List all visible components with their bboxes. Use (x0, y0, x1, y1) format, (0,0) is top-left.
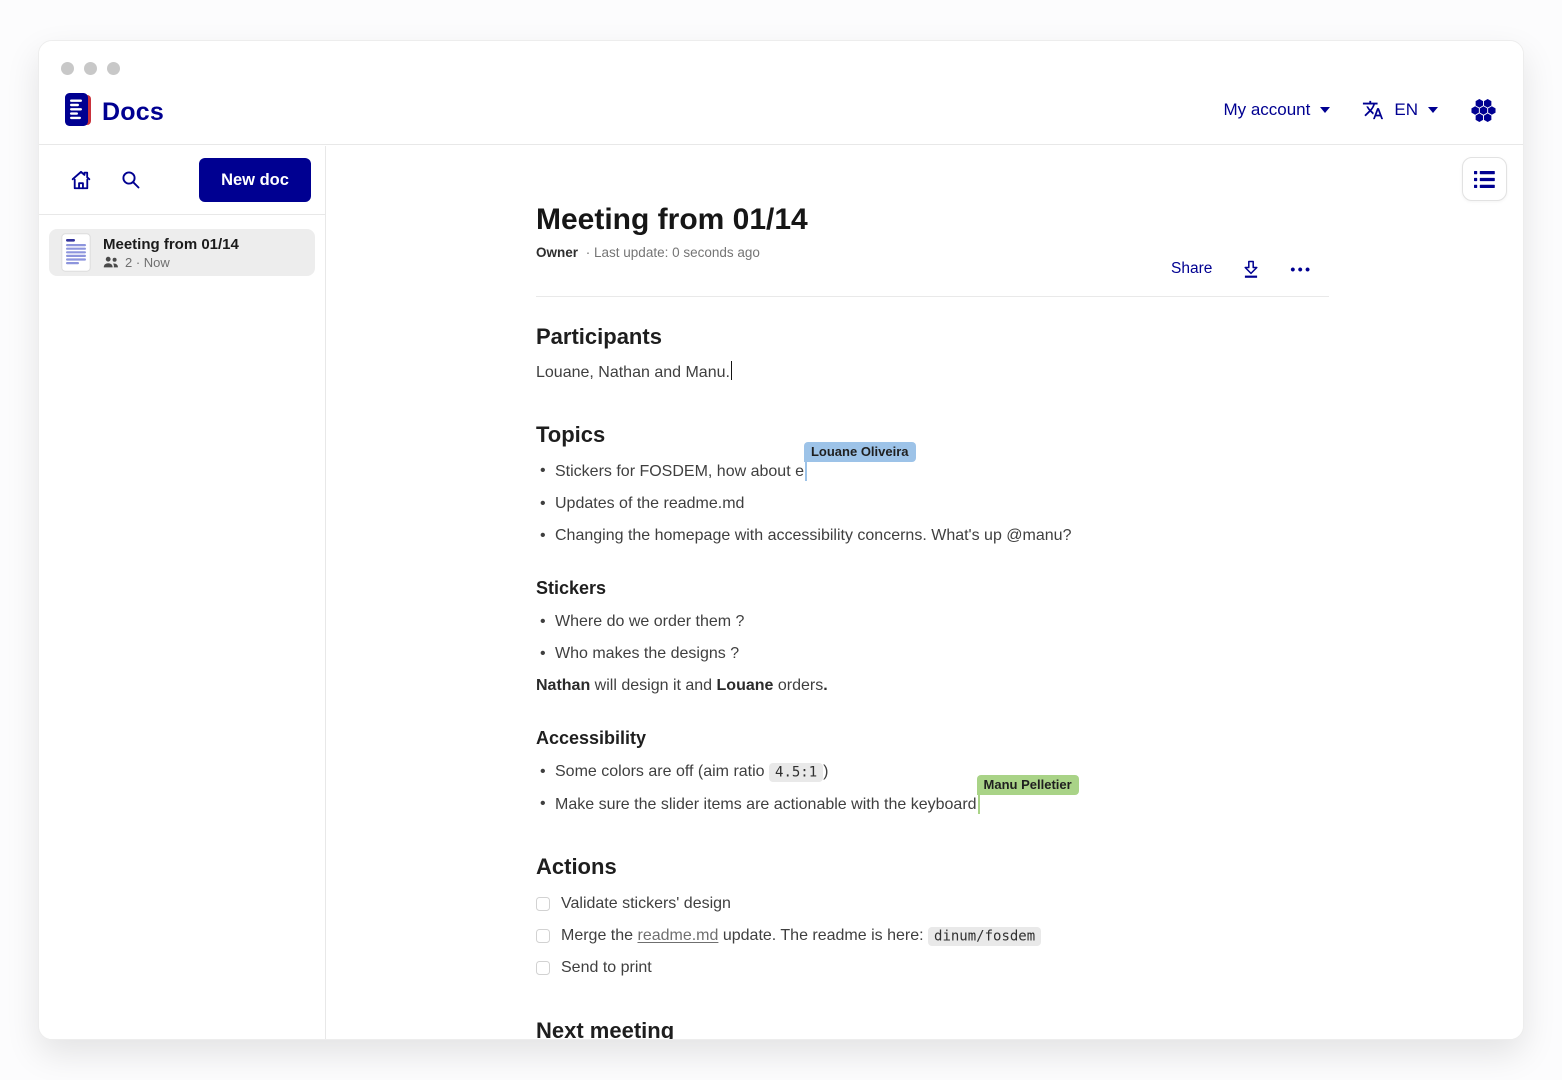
plain-text: Merge the (561, 927, 637, 944)
task-row: Merge the readme.md update. The readme i… (536, 923, 1329, 949)
chevron-down-icon (1428, 107, 1438, 113)
task-row: Send to print (536, 955, 1329, 981)
plain-text: will design it and (590, 677, 716, 694)
download-button[interactable] (1240, 258, 1262, 280)
stickers-item-2: Who makes the designs ? (555, 645, 739, 662)
language-label: EN (1394, 100, 1418, 120)
inline-code: 4.5:1 (769, 763, 823, 782)
doc-item-title: Meeting from 01/14 (103, 236, 239, 253)
list-item: Make sure the slider items are actionabl… (536, 792, 1329, 817)
more-options-button[interactable]: ••• (1290, 261, 1312, 277)
last-update-text: · Last update: 0 seconds ago (586, 245, 760, 260)
topics-item-3: Changing the homepage with accessibility… (555, 527, 1071, 544)
task-label: Validate stickers' design (561, 892, 731, 916)
collab-cursor-label: Manu Pelletier (977, 775, 1079, 795)
collab-cursor-label: Louane Oliveira (804, 442, 916, 462)
my-account-label: My account (1223, 100, 1310, 120)
list-item: Some colors are off (aim ratio 4.5:1) (536, 760, 1329, 784)
my-account-menu[interactable]: My account (1223, 100, 1330, 120)
search-icon (119, 168, 143, 192)
inline-code: dinum/fosdem (928, 927, 1041, 946)
toc-list-icon (1474, 170, 1495, 189)
translate-icon (1362, 99, 1384, 121)
task-label: Send to print (561, 956, 652, 980)
topics-item-1: Stickers for FOSDEM, how about e (555, 463, 804, 480)
share-button[interactable]: Share (1171, 260, 1212, 278)
doc-page-icon (61, 233, 91, 272)
bold-text: . (823, 677, 827, 694)
task-label: Merge the readme.md update. The readme i… (561, 924, 1041, 948)
new-doc-button[interactable]: New doc (199, 158, 311, 202)
participants-text: Louane, Nathan and Manu. (536, 364, 730, 381)
stickers-list: Where do we order them ? Who makes the d… (536, 610, 1329, 666)
home-icon (68, 167, 94, 193)
table-of-contents-button[interactable] (1462, 157, 1507, 201)
owner-badge: Owner (536, 245, 578, 260)
home-button[interactable] (63, 162, 99, 198)
header-controls: My account EN (1223, 91, 1497, 129)
checkbox[interactable] (536, 897, 550, 911)
readme-link[interactable]: readme.md (637, 927, 718, 944)
section-heading-participants: Participants (536, 323, 1329, 351)
language-selector[interactable]: EN (1362, 99, 1438, 121)
doc-item-meta: 2 · Now (103, 255, 239, 270)
docs-logo-icon (63, 92, 93, 133)
doc-item-meta-text: 2 · Now (125, 255, 170, 270)
bold-text: Nathan (536, 677, 590, 694)
text-cursor (731, 361, 733, 380)
people-icon (103, 256, 119, 268)
topics-item-2: Updates of the readme.md (555, 495, 744, 512)
main-panel: Meeting from 01/14 Owner · Last update: … (327, 146, 1523, 1039)
participants-paragraph: Louane, Nathan and Manu. (536, 361, 1329, 385)
window-control-dot[interactable] (61, 62, 74, 75)
sidebar-toolbar: New doc (39, 146, 325, 215)
list-item: Updates of the readme.md (536, 492, 1329, 516)
waffle-icon (1470, 97, 1497, 124)
app-title: Docs (102, 98, 164, 127)
app-header: Docs My account EN (39, 41, 1523, 145)
topics-list: Stickers for FOSDEM, how about eLouane O… (536, 459, 1329, 548)
collab-cursor-louane: Louane Oliveira (805, 459, 807, 481)
window-control-dot[interactable] (107, 62, 120, 75)
doc-editor[interactable]: Participants Louane, Nathan and Manu. To… (536, 296, 1329, 1040)
list-item: Who makes the designs ? (536, 642, 1329, 666)
plain-text: orders (773, 677, 823, 694)
stickers-note: Nathan will design it and Louane orders. (536, 674, 1329, 698)
doc-titlebar: Meeting from 01/14 Owner · Last update: … (536, 201, 808, 260)
apps-launcher-button[interactable] (1470, 97, 1497, 124)
doc-item-text: Meeting from 01/14 2 · Now (103, 236, 239, 270)
plain-text: ) (823, 763, 828, 780)
search-button[interactable] (113, 162, 149, 198)
sidebar-doc-item[interactable]: Meeting from 01/14 2 · Now (49, 229, 315, 276)
window-control-dot[interactable] (84, 62, 97, 75)
plain-text: Some colors are off (aim ratio (555, 763, 769, 780)
sidebar: New doc Meeting from 01/14 (39, 146, 326, 1039)
doc-title[interactable]: Meeting from 01/14 (536, 201, 808, 239)
section-heading-actions: Actions (536, 853, 1329, 881)
list-item: Where do we order them ? (536, 610, 1329, 634)
section-heading-topics: Topics (536, 421, 1329, 449)
list-item: Changing the homepage with accessibility… (536, 524, 1329, 548)
chevron-down-icon (1320, 107, 1330, 113)
section-heading-stickers: Stickers (536, 576, 1329, 600)
section-heading-next-meeting: Next meeting (536, 1017, 1329, 1040)
checkbox[interactable] (536, 929, 550, 943)
download-icon (1240, 258, 1262, 280)
accessibility-list: Some colors are off (aim ratio 4.5:1) Ma… (536, 760, 1329, 817)
list-item: Stickers for FOSDEM, how about eLouane O… (536, 459, 1329, 484)
accessibility-item-2: Make sure the slider items are actionabl… (555, 796, 977, 813)
bold-text: Louane (717, 677, 774, 694)
section-heading-accessibility: Accessibility (536, 726, 1329, 750)
task-row: Validate stickers' design (536, 891, 1329, 917)
doc-meta: Owner · Last update: 0 seconds ago (536, 245, 808, 260)
stickers-item-1: Where do we order them ? (555, 613, 744, 630)
app-logo[interactable]: Docs (63, 92, 164, 133)
window-controls (61, 62, 120, 75)
collab-cursor-manu: Manu Pelletier (978, 792, 980, 814)
app-window: Docs My account EN (38, 40, 1524, 1040)
doc-actions: Share ••• (1171, 250, 1313, 288)
checkbox[interactable] (536, 961, 550, 975)
plain-text: update. The readme is here: (718, 927, 928, 944)
